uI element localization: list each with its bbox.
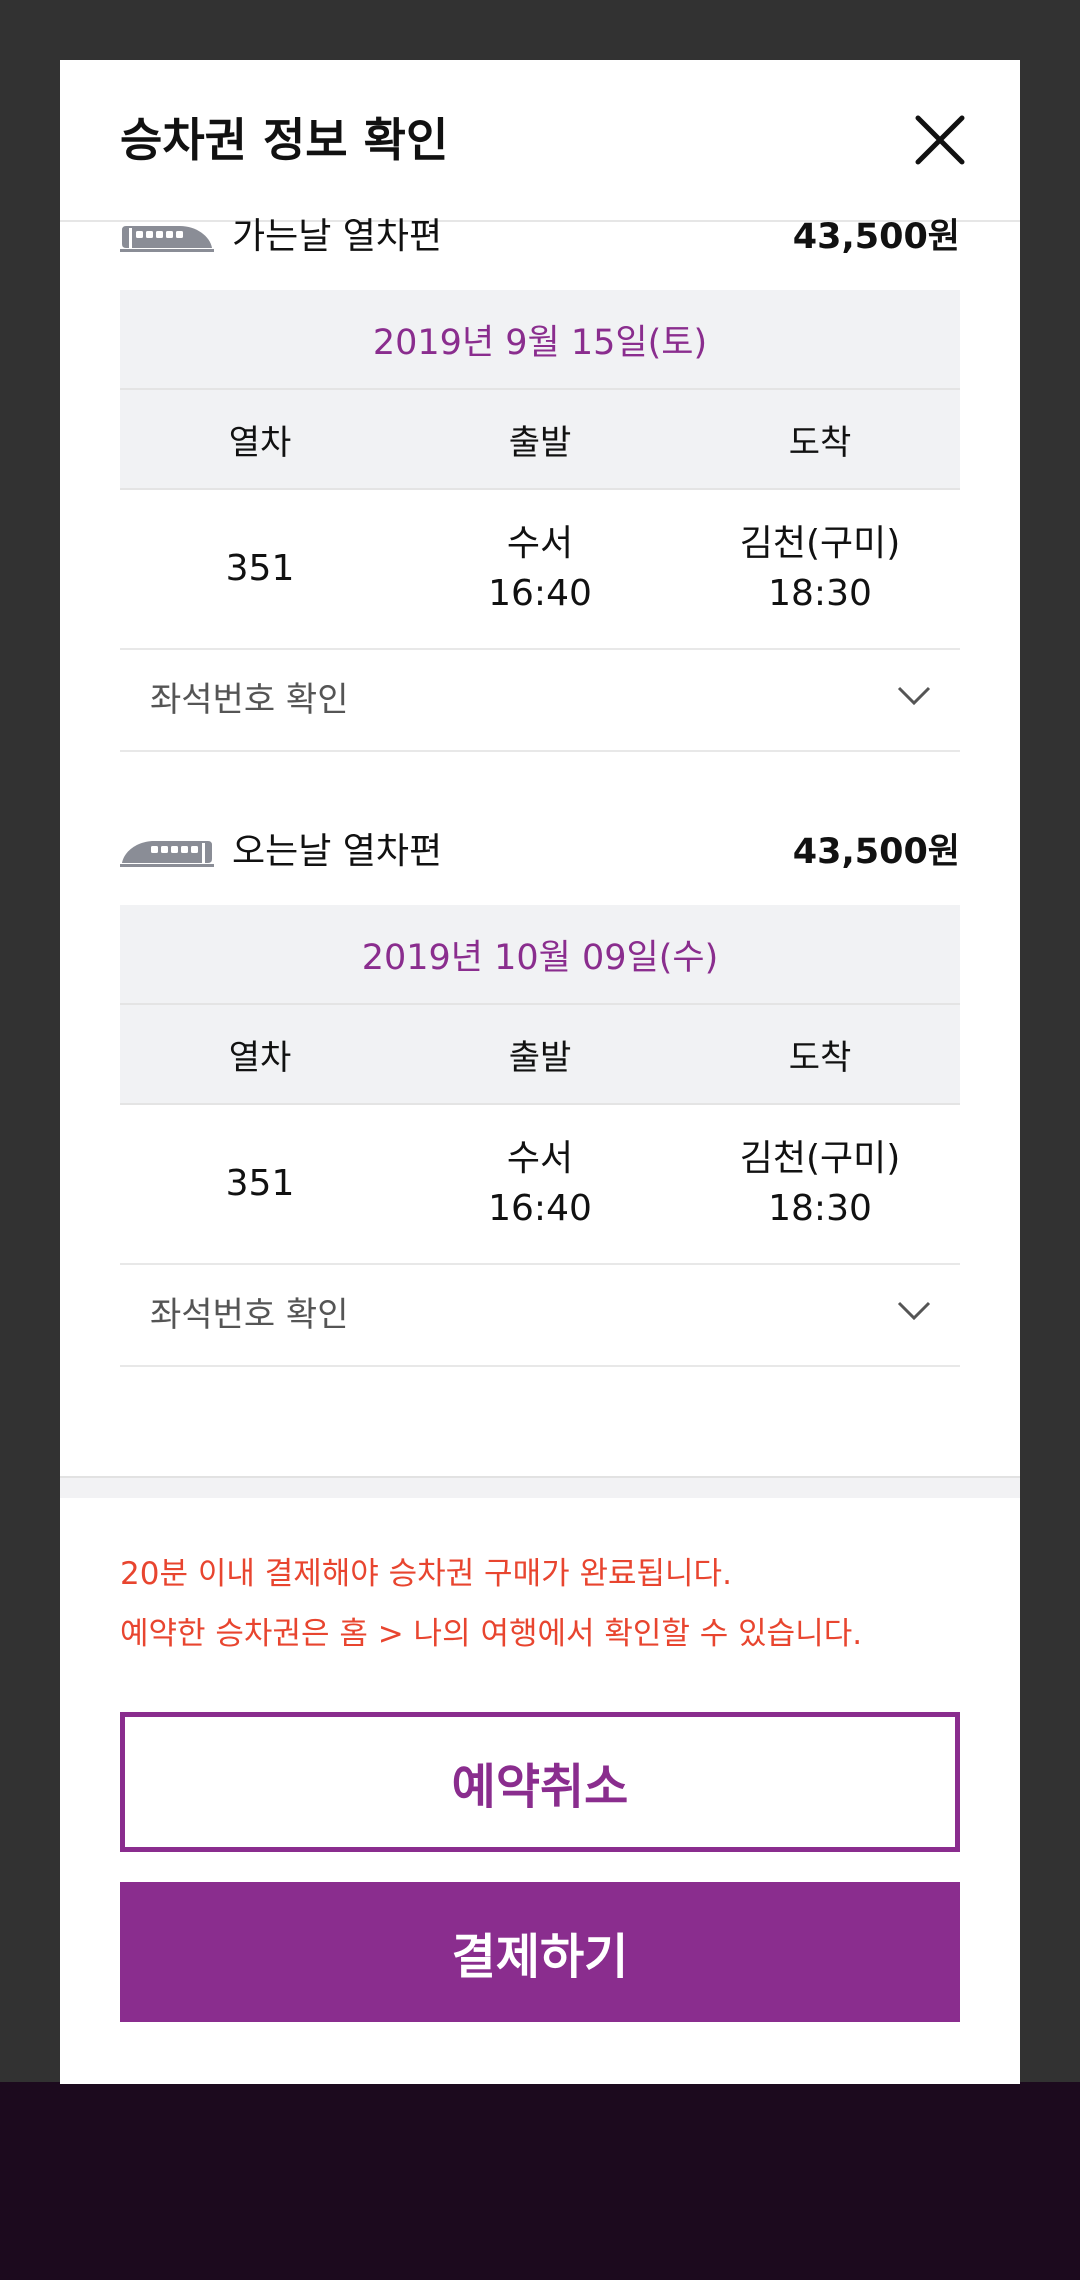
outbound-section: 가는날 열차편 43,500원 2019년 9월 15일(토) 열차 출발 도착… [120, 216, 960, 752]
header-train: 열차 [228, 422, 292, 463]
chevron-down-icon [897, 686, 931, 706]
close-icon[interactable] [910, 110, 970, 170]
system-nav-bar [0, 2082, 1080, 2280]
chevron-down-icon [897, 1301, 931, 1321]
arrival-info: 김천(구미) 18:30 [680, 519, 960, 619]
inbound-price: 43,500원 [792, 832, 960, 872]
departure-time: 16:40 [488, 573, 592, 614]
arrival-station: 김천(구미) [739, 1138, 901, 1179]
arrival-station: 김천(구미) [739, 523, 901, 564]
outbound-label: 가는날 열차편 [232, 216, 443, 257]
outbound-header: 가는날 열차편 43,500원 [120, 180, 960, 290]
arrival-time: 18:30 [768, 573, 872, 614]
header-departure: 출발 [508, 1037, 572, 1078]
departure-info: 수서 16:40 [400, 519, 680, 619]
outbound-column-headers: 열차 출발 도착 [120, 390, 960, 490]
inbound-train-row: 351 수서 16:40 김천(구미) 18:30 [120, 1105, 960, 1265]
outbound-price: 43,500원 [792, 217, 960, 257]
seat-check-label: 좌석번호 확인 [150, 680, 349, 720]
inbound-header: 오는날 열차편 43,500원 [120, 795, 960, 905]
header-arrival: 도착 [788, 422, 852, 463]
reservation-location-notice: 예약한 승차권은 홈 > 나의 여행에서 확인할 수 있습니다. [120, 1616, 863, 1652]
departure-station: 수서 [506, 1138, 574, 1179]
inbound-section: 오는날 열차편 43,500원 2019년 10월 09일(수) 열차 출발 도… [120, 831, 960, 1367]
arrival-time: 18:30 [768, 1188, 872, 1229]
inbound-seat-toggle[interactable]: 좌석번호 확인 [120, 1265, 960, 1367]
outbound-date: 2019년 9월 15일(토) [120, 290, 960, 390]
header-arrival: 도착 [788, 1037, 852, 1078]
departure-station: 수서 [506, 523, 574, 564]
train-number: 351 [225, 1163, 295, 1204]
train-left-icon [120, 841, 214, 867]
payment-deadline-notice: 20분 이내 결제해야 승차권 구매가 완료됩니다. [120, 1556, 732, 1592]
train-right-icon [120, 226, 214, 252]
departure-time: 16:40 [488, 1188, 592, 1229]
seat-check-label: 좌석번호 확인 [150, 1295, 349, 1335]
header-train: 열차 [228, 1037, 292, 1078]
pay-button[interactable]: 결제하기 [120, 1882, 960, 2022]
inbound-column-headers: 열차 출발 도착 [120, 1005, 960, 1105]
arrival-info: 김천(구미) 18:30 [680, 1134, 960, 1234]
header-departure: 출발 [508, 422, 572, 463]
outbound-train-row: 351 수서 16:40 김천(구미) 18:30 [120, 490, 960, 650]
ticket-confirm-dialog: 승차권 정보 확인 가는날 열차편 43,500원 2019년 9월 15일(토… [60, 60, 1020, 2084]
departure-info: 수서 16:40 [400, 1134, 680, 1234]
outbound-seat-toggle[interactable]: 좌석번호 확인 [120, 650, 960, 752]
inbound-date: 2019년 10월 09일(수) [120, 905, 960, 1005]
train-number: 351 [225, 548, 295, 589]
section-divider [60, 1476, 1020, 1498]
inbound-label: 오는날 열차편 [232, 831, 443, 872]
cancel-reservation-button[interactable]: 예약취소 [120, 1712, 960, 1852]
dialog-title: 승차권 정보 확인 [120, 113, 449, 167]
